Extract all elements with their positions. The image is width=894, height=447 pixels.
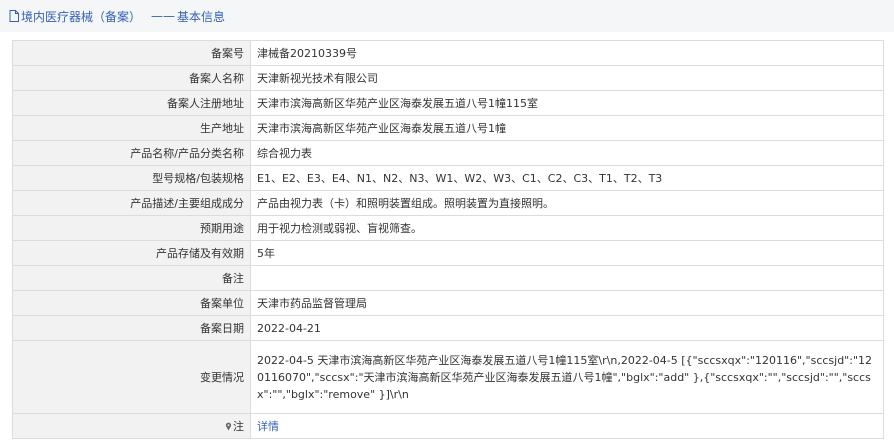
row-value: 产品由视力表（卡）和照明装置组成。照明装置为直接照明。 (250, 190, 884, 216)
row-label: 备案单位 (12, 290, 251, 316)
row-label: 备案人名称 (12, 65, 251, 91)
page-header: 境内医疗器械（备案） —— 基本信息 (0, 0, 894, 32)
table-row: 产品名称/产品分类名称 综合视力表 (12, 140, 884, 166)
table-row: 备案单位 天津市药品监督管理局 (12, 290, 884, 316)
table-row: 生产地址 天津市滨海高新区华苑产业区海泰发展五道八号1幢 (12, 115, 884, 141)
row-label: 备案日期 (12, 315, 251, 341)
row-label: 产品存储及有效期 (12, 240, 251, 266)
header-separator: —— (151, 9, 176, 23)
table-row-note: 注 详情 (12, 413, 884, 439)
note-value-cell: 详情 (250, 413, 884, 439)
table-row: 型号规格/包装规格 E1、E2、E3、E4、N1、N2、N3、W1、W2、W3、… (12, 165, 884, 191)
table-row: 备案人注册地址 天津市滨海高新区华苑产业区海泰发展五道八号1幢115室 (12, 90, 884, 116)
row-value: 天津市滨海高新区华苑产业区海泰发展五道八号1幢115室 (250, 90, 884, 116)
row-label: 型号规格/包装规格 (12, 165, 251, 191)
row-value: 天津市滨海高新区华苑产业区海泰发展五道八号1幢 (250, 115, 884, 141)
note-label: 注 (233, 420, 244, 433)
pin-icon (225, 422, 232, 431)
row-value: 天津新视光技术有限公司 (250, 65, 884, 91)
table-row: 备注 (12, 265, 884, 291)
row-label: 备注 (12, 265, 251, 291)
table-row: 产品描述/主要组成成分 产品由视力表（卡）和照明装置组成。照明装置为直接照明。 (12, 190, 884, 216)
row-label: 生产地址 (12, 115, 251, 141)
row-value: 津械备20210339号 (250, 40, 884, 66)
row-value: 2022-04-21 (250, 315, 884, 341)
row-label: 变更情况 (12, 340, 251, 414)
table-row: 备案日期 2022-04-21 (12, 315, 884, 341)
details-link[interactable]: 详情 (257, 420, 279, 433)
row-value: E1、E2、E3、E4、N1、N2、N3、W1、W2、W3、C1、C2、C3、T… (250, 165, 884, 191)
row-label: 产品描述/主要组成成分 (12, 190, 251, 216)
table-row: 产品存储及有效期 5年 (12, 240, 884, 266)
row-value: 5年 (250, 240, 884, 266)
table-row: 预期用途 用于视力检测或弱视、盲视筛查。 (12, 215, 884, 241)
row-value (250, 265, 884, 291)
row-label: 预期用途 (12, 215, 251, 241)
row-label: 产品名称/产品分类名称 (12, 140, 251, 166)
note-label-cell: 注 (12, 413, 251, 439)
row-label: 备案号 (12, 40, 251, 66)
header-subtitle: 基本信息 (177, 9, 226, 24)
row-label: 备案人注册地址 (12, 90, 251, 116)
header-title: 境内医疗器械（备案） (21, 9, 142, 24)
table-row: 备案号 津械备20210339号 (12, 40, 884, 66)
row-value: 用于视力检测或弱视、盲视筛查。 (250, 215, 884, 241)
row-value: 天津市药品监督管理局 (250, 290, 884, 316)
table-row: 备案人名称 天津新视光技术有限公司 (12, 65, 884, 91)
table-row: 变更情况 2022-04-5 天津市滨海高新区华苑产业区海泰发展五道八号1幢11… (12, 340, 884, 414)
row-value: 综合视力表 (250, 140, 884, 166)
document-icon (9, 10, 19, 22)
change-history-value: 2022-04-5 天津市滨海高新区华苑产业区海泰发展五道八号1幢115室\r\… (250, 340, 884, 414)
basic-info-table: 备案号 津械备20210339号 备案人名称 天津新视光技术有限公司 备案人注册… (12, 40, 884, 439)
